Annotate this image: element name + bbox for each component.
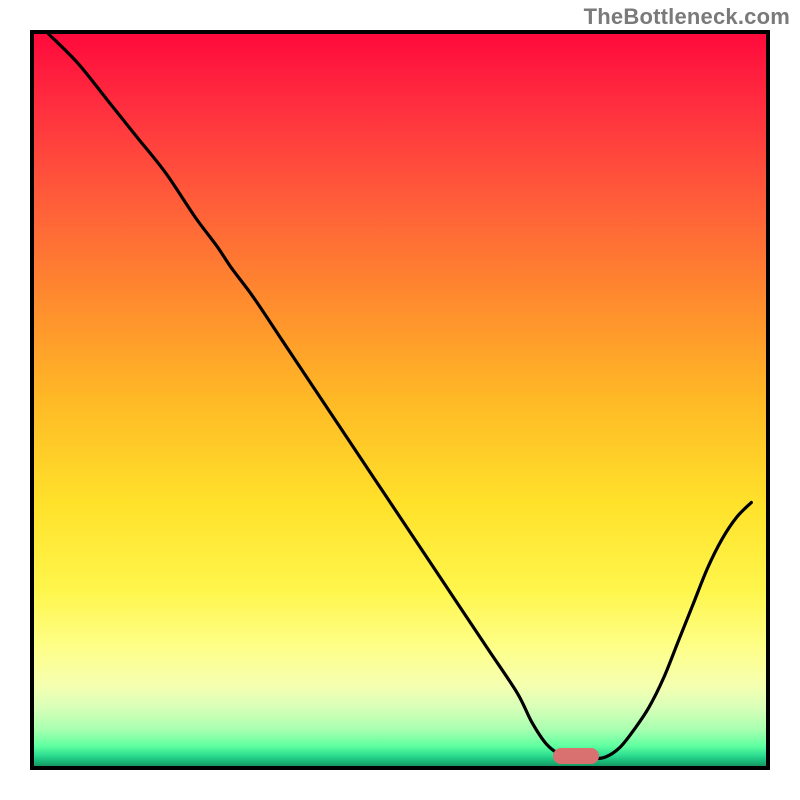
chart-canvas: TheBottleneck.com: [0, 0, 800, 800]
optimal-point-marker: [553, 748, 599, 764]
watermark-text: TheBottleneck.com: [584, 4, 790, 30]
bottleneck-curve: [34, 34, 766, 766]
plot-frame: [30, 30, 770, 770]
